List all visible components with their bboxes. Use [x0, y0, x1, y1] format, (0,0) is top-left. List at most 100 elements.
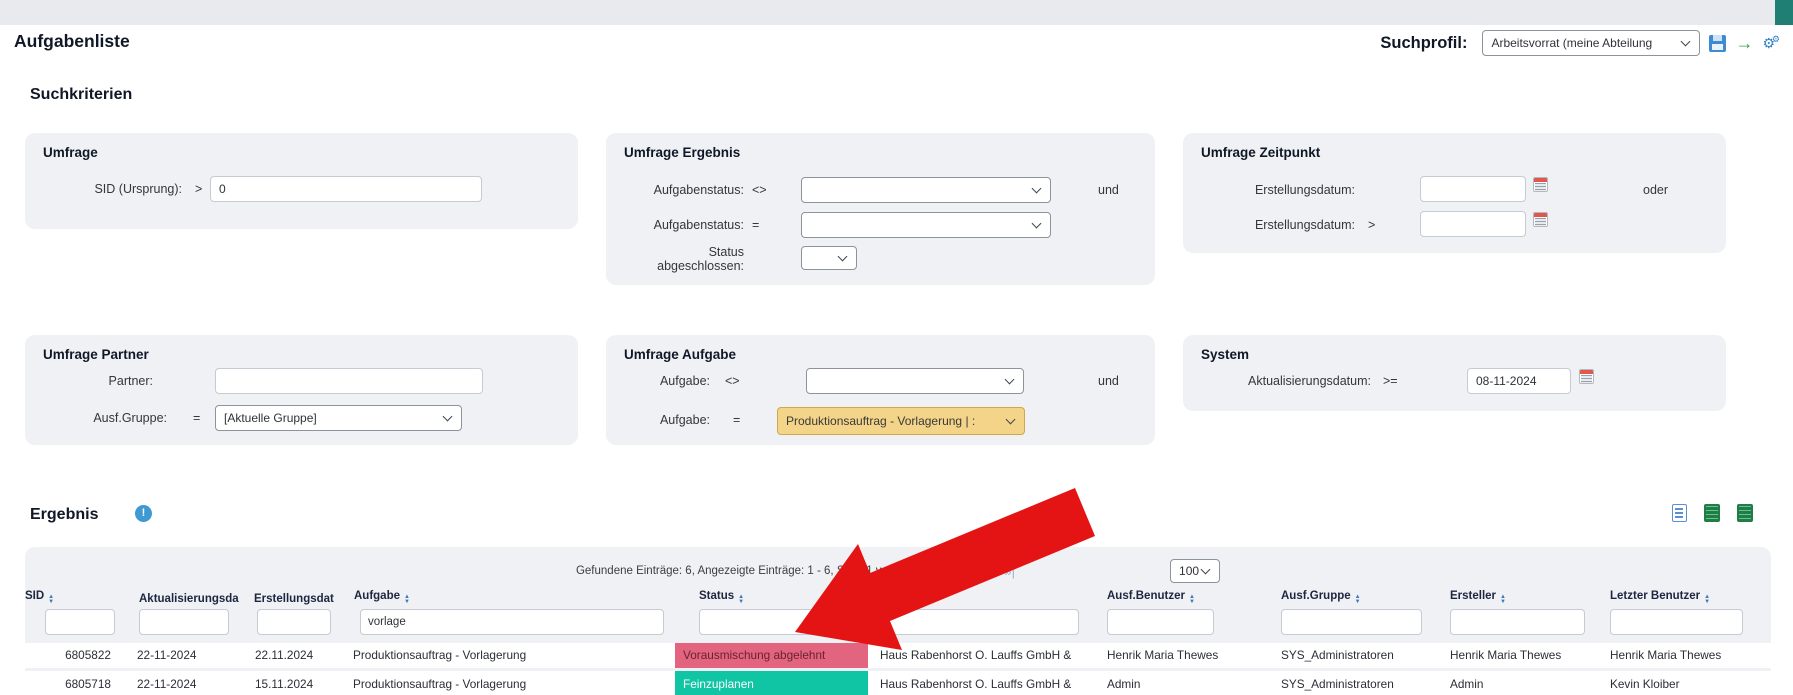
cell-sid: 6805822: [25, 641, 122, 669]
status-abgeschlossen-select[interactable]: [801, 246, 857, 270]
column-header-aktualisierungsdatum[interactable]: Aktualisierungsda: [122, 585, 250, 605]
apply-profile-icon[interactable]: →: [1735, 35, 1753, 52]
filter-sid-input[interactable]: [45, 609, 115, 635]
calendar-icon[interactable]: [1533, 212, 1548, 227]
aufgabe-eq-select-highlighted[interactable]: Produktionsauftrag - Vorlagerung | :: [777, 407, 1025, 435]
filter-row: [25, 605, 1771, 641]
aufgabenstatus-eq-select[interactable]: [801, 212, 1051, 238]
erstellungsdatum-input[interactable]: [1420, 176, 1526, 202]
page-title: Aufgabenliste: [14, 31, 130, 52]
suchprofil-label: Suchprofil:: [1380, 34, 1467, 53]
sid-ursprung-input[interactable]: [210, 176, 482, 202]
status-abgeschlossen-label-line2: abgeschlossen:: [624, 259, 744, 273]
cell-aktualisierungsdatum: 22-11-2024: [122, 669, 250, 695]
column-header-ersteller[interactable]: Ersteller▲▼: [1440, 585, 1600, 605]
status-badge: Vorausmischung abgelehnt: [675, 641, 868, 669]
box-umfrage-zeitpunkt-title: Umfrage Zeitpunkt: [1201, 145, 1320, 160]
erstellungsdatum-gt-operator: >: [1368, 218, 1375, 232]
filter-ersteller-input[interactable]: [1450, 609, 1585, 635]
suchprofil-select[interactable]: Arbeitsvorrat (meine Abteilung: [1482, 30, 1700, 56]
aufgabe-neq-operator: <>: [725, 374, 740, 388]
box-umfrage: Umfrage SID (Ursprung): >: [25, 133, 578, 229]
results-table: SID▲▼ Aktualisierungsda Erstellungsdat A…: [25, 585, 1771, 695]
aktualisierungsdatum-input[interactable]: [1467, 368, 1571, 394]
aufgabe-neq-select[interactable]: [806, 368, 1024, 394]
filter-status-input[interactable]: [699, 609, 839, 635]
box-umfrage-aufgabe: Umfrage Aufgabe Aufgabe: <> und Aufgabe:…: [606, 335, 1155, 445]
page-root: Aufgabenliste Suchprofil: Arbeitsvorrat …: [0, 0, 1793, 695]
column-header-ausf-benutzer[interactable]: Ausf.Benutzer▲▼: [1095, 585, 1270, 605]
last-page-icon[interactable]: »|: [1004, 564, 1015, 579]
ausf-gruppe-select[interactable]: [Aktuelle Gruppe]: [215, 405, 462, 431]
ausf-gruppe-operator: =: [193, 411, 200, 425]
ergebnis-conjunction: und: [1098, 183, 1119, 197]
aufgabe-eq-label: Aufgabe:: [630, 413, 710, 427]
box-system: System Aktualisierungsdatum: >=: [1183, 335, 1726, 411]
column-header-aufgabe[interactable]: Aufgabe▲▼: [345, 585, 675, 605]
calendar-icon[interactable]: [1533, 177, 1548, 192]
cell-aufgabe: Produktionsauftrag - Vorlagerung: [345, 641, 675, 669]
cell-erstellungsdatum: 22.11.2024: [250, 641, 345, 669]
sort-icon: ▲▼: [1500, 595, 1506, 605]
title-bar: Aufgabenliste Suchprofil: Arbeitsvorrat …: [0, 25, 1793, 67]
prev-page-icon[interactable]: «: [928, 564, 935, 579]
copy-results-icon[interactable]: [1672, 504, 1687, 522]
filter-ausf-benutzer-input[interactable]: [1107, 609, 1214, 635]
export-excel-all-icon[interactable]: [1737, 504, 1753, 522]
column-header-status[interactable]: Status▲▼: [675, 585, 868, 605]
column-header-ausf-gruppe[interactable]: Ausf.Gruppe▲▼: [1270, 585, 1440, 605]
partner-label: Partner:: [53, 374, 153, 388]
settings-gears-icon[interactable]: ⚙⚙: [1762, 36, 1775, 50]
cell-letzter-benutzer: Henrik Maria Thewes: [1600, 641, 1771, 669]
cell-ersteller: Admin: [1440, 669, 1600, 695]
aufgabenstatus-neq-select[interactable]: [801, 177, 1051, 203]
export-excel-icon[interactable]: [1704, 504, 1720, 522]
filter-erstellungsdatum-input[interactable]: [257, 609, 331, 635]
table-row[interactable]: 6805718 22-11-2024 15.11.2024 Produktion…: [25, 669, 1771, 695]
cell-ersteller: Henrik Maria Thewes: [1440, 641, 1600, 669]
cell-partner: Haus Rabenhorst O. Lauffs GmbH &: [868, 641, 1095, 669]
sort-icon: ▲▼: [1355, 595, 1361, 605]
cell-ausf-benutzer: Henrik Maria Thewes: [1095, 641, 1270, 669]
table-row[interactable]: 6805822 22-11-2024 22.11.2024 Produktion…: [25, 641, 1771, 669]
ausf-gruppe-label: Ausf.Gruppe:: [53, 411, 167, 425]
page-size-select[interactable]: 100: [1170, 559, 1220, 583]
erstellungsdatum-gt-input[interactable]: [1420, 211, 1526, 237]
current-page-button[interactable]: 1: [948, 561, 970, 582]
erstellungsdatum-label: Erstellungsdatum:: [1215, 183, 1355, 197]
filter-letzter-benutzer-input[interactable]: [1610, 609, 1743, 635]
info-icon[interactable]: !: [135, 505, 152, 522]
column-header-sid[interactable]: SID▲▼: [25, 585, 122, 605]
partner-input[interactable]: [215, 368, 483, 394]
chevron-down-icon: [1032, 219, 1042, 229]
aufgabe-neq-label: Aufgabe:: [630, 374, 710, 388]
save-profile-icon[interactable]: [1709, 35, 1726, 52]
aktualisierungsdatum-label: Aktualisierungsdatum:: [1227, 374, 1371, 388]
aufgabe-conjunction: und: [1098, 374, 1119, 388]
column-header-letzter-benutzer[interactable]: Letzter Benutzer▲▼: [1600, 585, 1771, 605]
sort-icon: ▲▼: [48, 595, 54, 605]
filter-aktualisierungsdatum-input[interactable]: [139, 609, 229, 635]
column-header-partner[interactable]: [868, 585, 1095, 605]
sid-ursprung-label: SID (Ursprung):: [47, 182, 182, 196]
filter-aufgabe-input[interactable]: [360, 609, 664, 635]
erstellungsdatum-gt-label: Erstellungsdatum:: [1215, 218, 1355, 232]
ergebnis-heading: Ergebnis: [30, 506, 98, 524]
box-umfrage-partner: Umfrage Partner Partner: Ausf.Gruppe: = …: [25, 335, 578, 445]
next-page-icon[interactable]: »: [983, 564, 990, 579]
pagination-row: Gefundene Einträge: 6, Angezeigte Einträ…: [25, 547, 1771, 585]
results-panel: Gefundene Einträge: 6, Angezeigte Einträ…: [25, 547, 1771, 695]
chevron-down-icon: [1201, 565, 1211, 575]
corner-decoration: [1775, 0, 1793, 25]
filter-partner-input[interactable]: [880, 609, 1079, 635]
chevron-down-icon: [1005, 375, 1015, 385]
calendar-icon[interactable]: [1579, 369, 1594, 384]
sort-icon: ▲▼: [1704, 595, 1710, 605]
filter-ausf-gruppe-input[interactable]: [1281, 609, 1422, 635]
sid-operator: >: [195, 182, 202, 196]
suchprofil-area: Suchprofil: Arbeitsvorrat (meine Abteilu…: [1380, 30, 1775, 56]
sort-icon: ▲▼: [1189, 595, 1195, 605]
suchkriterien-heading: Suchkriterien: [30, 86, 132, 104]
column-header-erstellungsdatum[interactable]: Erstellungsdat: [250, 585, 345, 605]
box-umfrage-ergebnis-title: Umfrage Ergebnis: [624, 145, 740, 160]
